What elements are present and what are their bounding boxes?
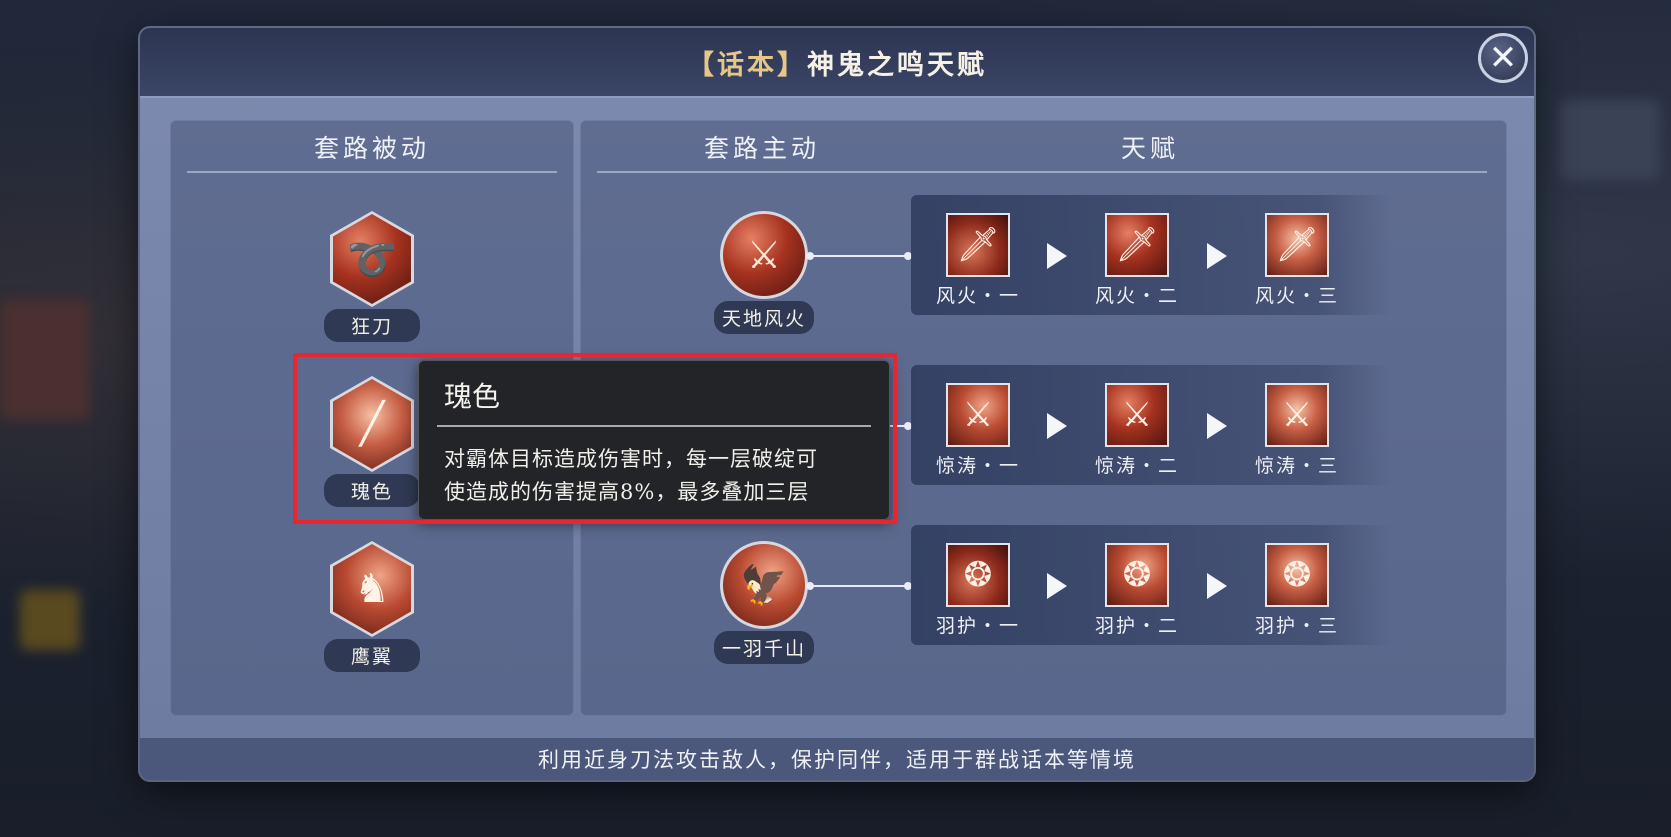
talent-node[interactable]: ❂ 羽护・三 xyxy=(1242,543,1352,638)
talent-node[interactable]: 🗡 风火・一 xyxy=(923,213,1033,308)
feather-swirl-icon: ❂ xyxy=(1105,543,1169,607)
talent-label: 风火・一 xyxy=(935,285,1020,307)
arrow-right-icon xyxy=(1207,243,1227,269)
talent-node[interactable]: ⚔ 惊涛・一 xyxy=(923,383,1033,478)
talent-node[interactable]: 🗡 风火・三 xyxy=(1242,213,1352,308)
talent-label: 惊涛・一 xyxy=(935,455,1020,477)
feather-swirl-icon: ❂ xyxy=(946,543,1010,607)
talent-label: 羽护・二 xyxy=(1094,615,1179,637)
passive-skill-kuangdao[interactable]: ➰ 狂刀 xyxy=(317,211,427,342)
connector-line xyxy=(806,252,912,260)
background-blur xyxy=(0,300,90,420)
hex-frame: ♞ xyxy=(330,541,414,637)
passive-header: 套路被动 xyxy=(314,134,431,163)
skill-label: 鹰翼 xyxy=(324,639,420,672)
arrow-right-icon xyxy=(1207,573,1227,599)
sword-slash-icon: ⚔ xyxy=(1265,383,1329,447)
header-divider xyxy=(597,171,1487,173)
sword-icon: 🗡 xyxy=(1265,213,1329,277)
background-blur xyxy=(1560,100,1660,180)
sword-slash-icon: ⚔ xyxy=(946,383,1010,447)
header-divider xyxy=(187,171,557,173)
active-header: 套路主动 xyxy=(704,134,821,163)
arrow-right-icon xyxy=(1047,573,1067,599)
talent-label: 风火・三 xyxy=(1254,285,1339,307)
passive-skill-yingyi[interactable]: ♞ 鹰翼 xyxy=(317,541,427,672)
talent-label: 羽护・一 xyxy=(935,615,1020,637)
talent-node[interactable]: ⚔ 惊涛・二 xyxy=(1082,383,1192,478)
talent-header: 天赋 xyxy=(1121,134,1180,163)
sword-vortex-icon: ⚔ xyxy=(720,211,808,299)
title-bracket: 【 xyxy=(687,49,717,81)
footer-description: 利用近身刀法攻击敌人，保护同伴，适用于群战话本等情境 xyxy=(140,737,1534,780)
feather-swirl-icon: ❂ xyxy=(1265,543,1329,607)
highlight-box xyxy=(293,353,897,524)
warrior-silhouette-icon: ♞ xyxy=(333,544,411,634)
eagle-strike-icon: 🦅 xyxy=(720,541,808,629)
talent-node[interactable]: 🗡 风火・二 xyxy=(1082,213,1192,308)
active-skill-yiyuqianshan[interactable]: 🦅 一羽千山 xyxy=(709,541,819,664)
arrow-right-icon xyxy=(1207,413,1227,439)
talent-node[interactable]: ⚔ 惊涛・三 xyxy=(1242,383,1352,478)
arrow-right-icon xyxy=(1047,243,1067,269)
skill-label: 一羽千山 xyxy=(713,631,814,664)
close-button[interactable]: ✕ xyxy=(1478,33,1528,83)
hex-frame: ➰ xyxy=(330,211,414,307)
talent-label: 风火・二 xyxy=(1094,285,1179,307)
skill-label: 狂刀 xyxy=(324,309,420,342)
active-skill-tiandifenghuo[interactable]: ⚔ 天地风火 xyxy=(709,211,819,334)
talent-label: 羽护・三 xyxy=(1254,615,1339,637)
title-tag: 话本 xyxy=(717,49,777,81)
title-bracket: 】 xyxy=(777,49,807,81)
talent-label: 惊涛・三 xyxy=(1254,455,1339,477)
sword-slash-icon: ⚔ xyxy=(1105,383,1169,447)
talent-row-fenghuo: 🗡 风火・一 🗡 风火・二 🗡 风火・三 xyxy=(911,195,1391,315)
connector-line xyxy=(806,582,912,590)
slash-swirl-icon: ➰ xyxy=(333,214,411,304)
sword-icon: 🗡 xyxy=(946,213,1010,277)
skill-label: 天地风火 xyxy=(713,301,814,334)
talent-label: 惊涛・二 xyxy=(1094,455,1179,477)
talent-node[interactable]: ❂ 羽护・一 xyxy=(923,543,1033,638)
talent-row-jingtao: ⚔ 惊涛・一 ⚔ 惊涛・二 ⚔ 惊涛・三 xyxy=(911,365,1391,485)
talent-node[interactable]: ❂ 羽护・二 xyxy=(1082,543,1192,638)
background-blur xyxy=(20,590,80,650)
talent-row-yuhu: ❂ 羽护・一 ❂ 羽护・二 ❂ 羽护・三 xyxy=(911,525,1391,645)
arrow-right-icon xyxy=(1047,413,1067,439)
dialog-title: 【 话本 】 神鬼之鸣天赋 xyxy=(140,28,1534,98)
title-text: 神鬼之鸣天赋 xyxy=(807,49,987,81)
close-icon: ✕ xyxy=(1488,38,1518,78)
sword-icon: 🗡 xyxy=(1105,213,1169,277)
